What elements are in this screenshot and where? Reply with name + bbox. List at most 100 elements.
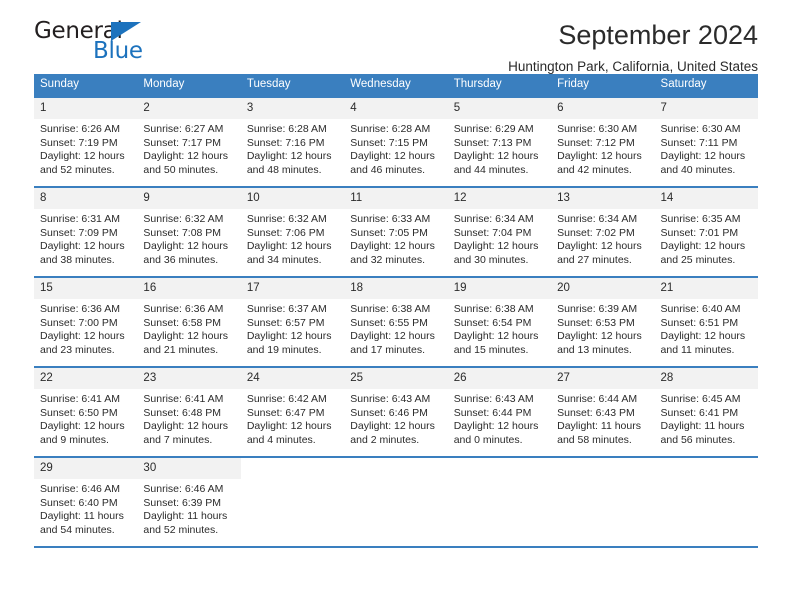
sunset-text: Sunset: 7:08 PM	[143, 226, 222, 239]
calendar-day-cell[interactable]: 26 Sunrise: 6:43 AM Sunset: 6:44 PM Dayligh…	[447, 366, 552, 457]
calendar-day-cell[interactable]: 23 Sunrise: 6:41 AM Sunset: 6:48 PM Dayligh…	[137, 366, 241, 457]
daylight-text: Daylight: 12 hours and 15 minutes.	[453, 330, 539, 356]
calendar-day-cell[interactable]: 22 Sunrise: 6:41 AM Sunset: 6:50 PM Dayligh…	[34, 366, 138, 457]
calendar-day-cell[interactable]: 27 Sunrise: 6:44 AM Sunset: 6:43 PM Dayligh…	[551, 366, 655, 457]
sunrise-text: Sunrise: 6:46 AM	[40, 483, 120, 495]
day-number: 23	[137, 368, 241, 389]
sunrise-text: Sunrise: 6:44 AM	[557, 393, 638, 405]
weekday-header-wednesday: Wednesday	[344, 74, 448, 97]
calendar-day-cell[interactable]: 2 Sunrise: 6:27 AM Sunset: 7:17 PM Daylight…	[137, 96, 241, 187]
day-cell-inner: 1 Sunrise: 6:26 AM Sunset: 7:19 PM Daylight…	[34, 98, 138, 186]
weekday-header-monday: Monday	[137, 74, 241, 97]
day-cell-inner: 11 Sunrise: 6:33 AM Sunset: 7:05 PM Dayligh…	[344, 188, 448, 276]
calendar-day-cell[interactable]: 24 Sunrise: 6:42 AM Sunset: 6:47 PM Dayligh…	[240, 366, 345, 457]
sunset-text: Sunset: 7:06 PM	[246, 226, 325, 239]
day-number: 4	[344, 98, 448, 119]
calendar-day-cell[interactable]: 1 Sunrise: 6:26 AM Sunset: 7:19 PM Daylight…	[34, 96, 138, 187]
sunrise-text: Sunrise: 6:31 AM	[40, 213, 120, 225]
day-cell-details: Sunrise: 6:32 AM Sunset: 7:06 PM Daylight:…	[241, 209, 344, 267]
sunrise-text: Sunrise: 6:35 AM	[660, 213, 741, 225]
sunset-text: Sunset: 6:46 PM	[350, 406, 428, 419]
day-number: 2	[137, 98, 241, 119]
daylight-text: Daylight: 12 hours and 11 minutes.	[660, 330, 746, 356]
calendar-day-cell[interactable]: 11 Sunrise: 6:33 AM Sunset: 7:05 PM Dayligh…	[344, 186, 448, 277]
calendar-week-row: 1 Sunrise: 6:26 AM Sunset: 7:19 PM Daylight…	[34, 96, 758, 187]
calendar-day-cell[interactable]: 30 Sunrise: 6:46 AM Sunset: 6:39 PM Dayligh…	[137, 456, 241, 548]
day-cell-details: Sunrise: 6:46 AM Sunset: 6:40 PM Daylight:…	[34, 479, 137, 537]
day-number: 15	[34, 278, 138, 299]
day-number	[655, 458, 758, 479]
sunrise-text: Sunrise: 6:36 AM	[40, 303, 120, 315]
calendar-day-cell[interactable]: 20 Sunrise: 6:39 AM Sunset: 6:53 PM Dayligh…	[551, 276, 655, 367]
day-cell-details: Sunrise: 6:45 AM Sunset: 6:41 PM Daylight:…	[655, 389, 758, 447]
daylight-text: Daylight: 12 hours and 50 minutes.	[143, 150, 229, 176]
calendar-header-row: Sunday Monday Tuesday Wednesday Thursday…	[34, 74, 758, 97]
day-number: 1	[34, 98, 138, 119]
sunset-text: Sunset: 7:02 PM	[557, 226, 635, 239]
calendar-day-cell[interactable]: 3 Sunrise: 6:28 AM Sunset: 7:16 PM Daylight…	[240, 96, 345, 187]
calendar-day-cell[interactable]: 6 Sunrise: 6:30 AM Sunset: 7:12 PM Daylight…	[551, 96, 655, 187]
day-cell-inner: 22 Sunrise: 6:41 AM Sunset: 6:50 PM Dayligh…	[34, 368, 138, 456]
day-cell-inner: 9 Sunrise: 6:32 AM Sunset: 7:08 PM Daylight…	[137, 188, 241, 276]
sunrise-text: Sunrise: 6:39 AM	[557, 303, 638, 315]
sunrise-text: Sunrise: 6:42 AM	[246, 393, 327, 405]
day-number: 20	[551, 278, 655, 299]
calendar-day-cell[interactable]: 28 Sunrise: 6:45 AM Sunset: 6:41 PM Dayligh…	[654, 366, 758, 457]
sunrise-text: Sunrise: 6:40 AM	[660, 303, 741, 315]
day-cell-inner: 8 Sunrise: 6:31 AM Sunset: 7:09 PM Daylight…	[34, 188, 138, 276]
day-cell-details: Sunrise: 6:28 AM Sunset: 7:15 PM Daylight:…	[344, 119, 447, 177]
day-cell-details: Sunrise: 6:36 AM Sunset: 7:00 PM Daylight:…	[34, 299, 137, 357]
calendar-day-cell[interactable]: 12 Sunrise: 6:34 AM Sunset: 7:04 PM Dayligh…	[447, 186, 552, 277]
sunrise-text: Sunrise: 6:45 AM	[660, 393, 741, 405]
day-number: 13	[551, 188, 655, 209]
page-header: General Blue September 2024 Huntington P…	[34, 0, 758, 74]
calendar-day-cell[interactable]: 14 Sunrise: 6:35 AM Sunset: 7:01 PM Dayligh…	[654, 186, 758, 277]
day-cell-details: Sunrise: 6:44 AM Sunset: 6:43 PM Daylight:…	[551, 389, 654, 447]
calendar-day-cell[interactable]: 15 Sunrise: 6:36 AM Sunset: 7:00 PM Dayligh…	[34, 276, 138, 367]
calendar-day-cell[interactable]: 19 Sunrise: 6:38 AM Sunset: 6:54 PM Dayligh…	[447, 276, 552, 367]
sunset-text: Sunset: 6:41 PM	[660, 406, 739, 419]
calendar-day-cell[interactable]: 25 Sunrise: 6:43 AM Sunset: 6:46 PM Dayligh…	[344, 366, 448, 457]
daylight-text: Daylight: 12 hours and 9 minutes.	[40, 420, 125, 446]
daylight-text: Daylight: 12 hours and 40 minutes.	[660, 150, 746, 176]
weekday-header-thursday: Thursday	[447, 74, 552, 97]
daylight-text: Daylight: 12 hours and 42 minutes.	[557, 150, 642, 176]
daylight-text: Daylight: 12 hours and 2 minutes.	[350, 420, 435, 446]
calendar-day-cell[interactable]: 10 Sunrise: 6:32 AM Sunset: 7:06 PM Dayligh…	[240, 186, 345, 277]
calendar-day-cell[interactable]: 9 Sunrise: 6:32 AM Sunset: 7:08 PM Daylight…	[137, 186, 241, 277]
day-cell-details: Sunrise: 6:39 AM Sunset: 6:53 PM Daylight:…	[551, 299, 654, 357]
general-blue-logo[interactable]: General Blue	[34, 18, 214, 68]
day-number: 26	[447, 368, 552, 389]
daylight-text: Daylight: 12 hours and 4 minutes.	[246, 420, 332, 446]
sunrise-sunset-calendar: Sunday Monday Tuesday Wednesday Thursday…	[34, 74, 758, 548]
day-number: 30	[137, 458, 241, 479]
calendar-day-cell[interactable]: 7 Sunrise: 6:30 AM Sunset: 7:11 PM Daylight…	[654, 96, 758, 187]
day-cell-inner: 13 Sunrise: 6:34 AM Sunset: 7:02 PM Dayligh…	[551, 188, 655, 276]
sunset-text: Sunset: 6:51 PM	[660, 316, 739, 329]
calendar-day-cell[interactable]: 17 Sunrise: 6:37 AM Sunset: 6:57 PM Dayligh…	[240, 276, 345, 367]
day-cell-details: Sunrise: 6:32 AM Sunset: 7:08 PM Daylight:…	[137, 209, 240, 267]
calendar-day-cell[interactable]: 13 Sunrise: 6:34 AM Sunset: 7:02 PM Dayligh…	[551, 186, 655, 277]
calendar-day-cell[interactable]: 8 Sunrise: 6:31 AM Sunset: 7:09 PM Daylight…	[34, 186, 138, 277]
day-number: 6	[551, 98, 655, 119]
daylight-text: Daylight: 12 hours and 21 minutes.	[143, 330, 229, 356]
sunset-text: Sunset: 6:58 PM	[143, 316, 222, 329]
sunset-text: Sunset: 7:16 PM	[246, 136, 325, 149]
calendar-day-cell[interactable]: 5 Sunrise: 6:29 AM Sunset: 7:13 PM Daylight…	[447, 96, 552, 187]
calendar-day-cell[interactable]: 18 Sunrise: 6:38 AM Sunset: 6:55 PM Dayligh…	[344, 276, 448, 367]
page-subtitle: Huntington Park, California, United Stat…	[508, 59, 758, 74]
calendar-body: 1 Sunrise: 6:26 AM Sunset: 7:19 PM Daylight…	[34, 96, 758, 548]
day-number: 3	[240, 98, 345, 119]
sunrise-text: Sunrise: 6:36 AM	[143, 303, 224, 315]
page-title: September 2024	[558, 20, 758, 50]
day-number: 28	[654, 368, 758, 389]
daylight-text: Daylight: 12 hours and 17 minutes.	[350, 330, 435, 356]
day-cell-inner: 25 Sunrise: 6:43 AM Sunset: 6:46 PM Dayligh…	[344, 368, 448, 456]
calendar-day-cell[interactable]: 29 Sunrise: 6:46 AM Sunset: 6:40 PM Dayligh…	[34, 456, 138, 548]
calendar-day-cell[interactable]: 21 Sunrise: 6:40 AM Sunset: 6:51 PM Dayligh…	[654, 276, 758, 367]
sunset-text: Sunset: 7:17 PM	[143, 136, 222, 149]
day-cell-inner: 3 Sunrise: 6:28 AM Sunset: 7:16 PM Daylight…	[240, 98, 345, 186]
calendar-page: General Blue September 2024 Huntington P…	[0, 0, 792, 612]
calendar-day-cell[interactable]: 4 Sunrise: 6:28 AM Sunset: 7:15 PM Daylight…	[344, 96, 448, 187]
calendar-day-cell[interactable]: 16 Sunrise: 6:36 AM Sunset: 6:58 PM Dayligh…	[137, 276, 241, 367]
